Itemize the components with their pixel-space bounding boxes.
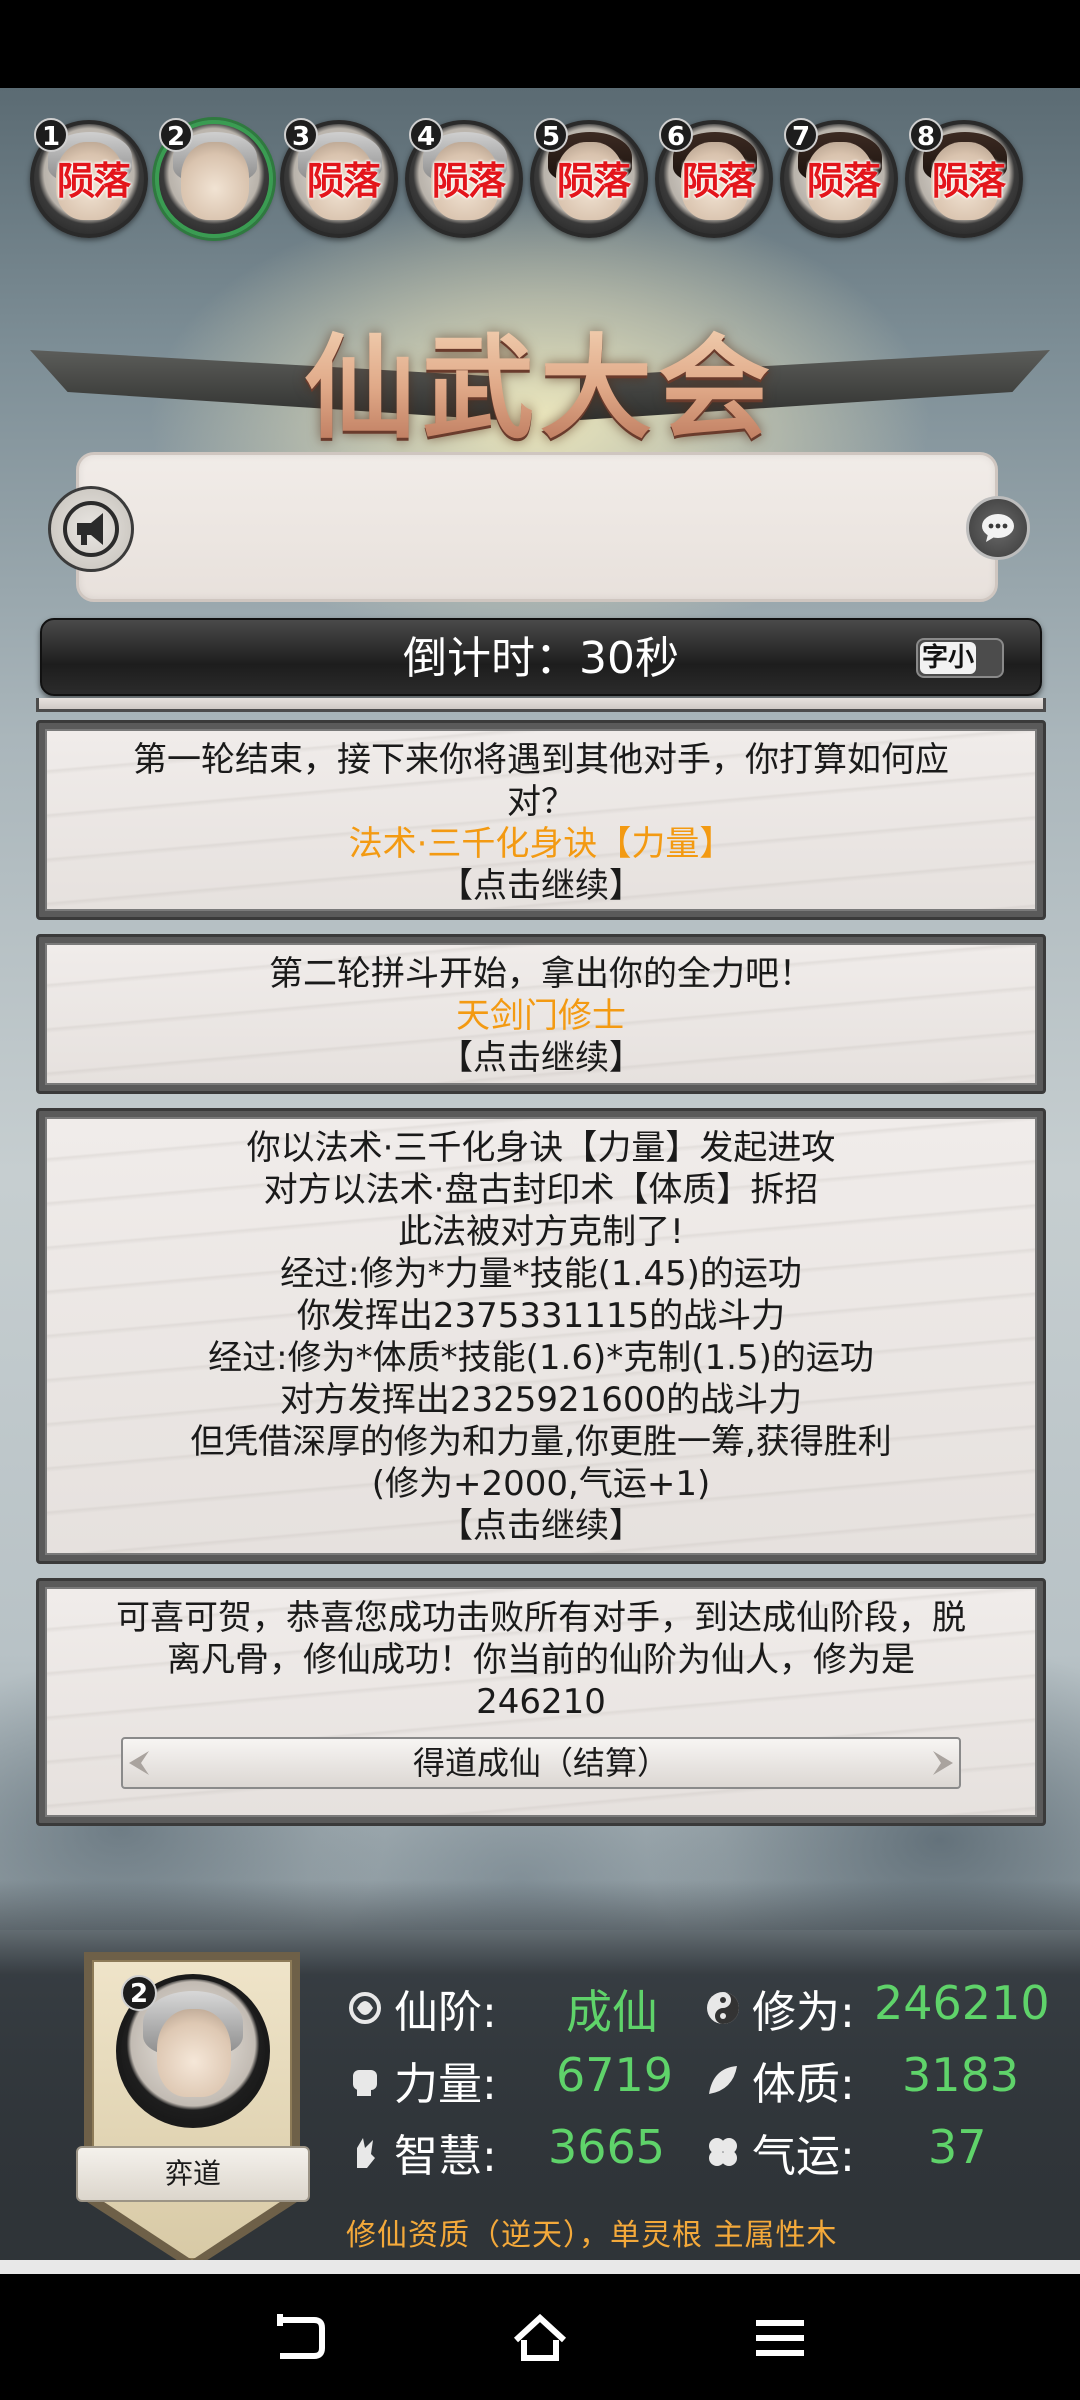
- player-number: 7: [784, 118, 818, 152]
- log-card-ascension: 可喜可贺，恭喜您成功击败所有对手，到达成仙阶段，脱 离凡骨，修仙成功！你当前的仙…: [36, 1578, 1046, 1826]
- fallen-label: 陨落: [931, 159, 1006, 203]
- hand-sign-icon: [344, 2131, 386, 2173]
- player-avatar-row: 1 陨落 2 3 陨落 4 陨落 5 陨落 6 陨落 7 陨落 8 陨落: [30, 118, 1050, 244]
- chat-button[interactable]: [966, 496, 1030, 560]
- wisdom-value: 3665: [548, 2120, 666, 2174]
- fallen-label: 陨落: [56, 159, 131, 203]
- player-slot-6[interactable]: 6 陨落: [655, 118, 773, 238]
- log-card-battle-result[interactable]: 你以法术·三千化身诀【力量】发起进攻 对方以法术·盘古封印术【体质】拆招 此法被…: [36, 1108, 1046, 1564]
- log-text: 离凡骨，修仙成功！你当前的仙阶为仙人，修为是: [167, 1640, 915, 1680]
- stat-cultivation: 修为:: [702, 1976, 855, 2040]
- countdown-bar: 倒计时：30秒 字小: [40, 618, 1042, 696]
- rank-value: 成仙: [566, 1985, 658, 2039]
- menu-icon: [756, 2320, 804, 2356]
- log-text: 对方发挥出2325921600的战斗力: [279, 1380, 803, 1420]
- menu-button[interactable]: [750, 2310, 810, 2366]
- bottom-divider: [0, 2260, 1080, 2274]
- countdown-timer: 倒计时：30秒: [403, 633, 679, 684]
- fallen-label: 陨落: [806, 159, 881, 203]
- log-card-round-one[interactable]: 第一轮结束，接下来你将遇到其他对手，你打算如何应 对？ 法术·三千化身诀【力量】…: [36, 720, 1046, 920]
- log-text: 经过:修为*体质*技能(1.6)*克制(1.5)的运功: [208, 1338, 874, 1378]
- character-panel: 2 弈道 仙阶: 成仙 修为: 246210 力量: 6719 体质: 3183…: [0, 1934, 1080, 2260]
- fallen-label: 陨落: [556, 159, 631, 203]
- stat-strength: 力量:: [344, 2048, 497, 2112]
- player-slot-3[interactable]: 3 陨落: [280, 118, 398, 238]
- stat-luck: 气运:: [702, 2120, 855, 2184]
- stat-label: 气运:: [752, 2131, 855, 2182]
- luck-value: 37: [928, 2120, 987, 2174]
- physique-value: 3183: [902, 2048, 1020, 2102]
- rank-icon: [344, 1987, 386, 2029]
- font-size-toggle[interactable]: 字小: [916, 638, 1004, 678]
- game-title: 仙武大会: [0, 298, 1080, 460]
- player-slot-7[interactable]: 7 陨落: [780, 118, 898, 238]
- log-text: 对？: [507, 782, 575, 822]
- stat-wisdom: 智慧:: [344, 2120, 497, 2184]
- opponent-name[interactable]: 天剑门修士: [71, 995, 1011, 1037]
- back-button[interactable]: [270, 2310, 330, 2366]
- player-slot-5[interactable]: 5 陨落: [530, 118, 648, 238]
- fallen-label: 陨落: [306, 159, 381, 203]
- log-text: 可喜可贺，恭喜您成功击败所有对手，到达成仙阶段，脱: [116, 1598, 966, 1638]
- player-number: 6: [659, 118, 693, 152]
- fallen-label: 陨落: [431, 159, 506, 203]
- character-number: 2: [121, 1975, 157, 2011]
- log-card-round-two[interactable]: 第二轮拼斗开始，拿出你的全力吧！ 天剑门修士 【点击继续】: [36, 934, 1046, 1094]
- character-portrait[interactable]: 2: [116, 1974, 270, 2128]
- player-slot-8[interactable]: 8 陨落: [905, 118, 1023, 238]
- strength-value: 6719: [556, 2048, 674, 2102]
- chat-bubble-icon: [982, 514, 1014, 542]
- skill-choice[interactable]: 法术·三千化身诀【力量】: [71, 823, 1011, 865]
- log-text: 经过:修为*力量*技能(1.45)的运功: [280, 1254, 802, 1294]
- log-text: 对方以法术·盘古封印术【体质】拆招: [263, 1170, 819, 1210]
- character-name: 弈道: [76, 2146, 310, 2202]
- status-bar: [0, 0, 1080, 88]
- stat-rank: 仙阶:: [344, 1976, 497, 2040]
- player-number: 3: [284, 118, 318, 152]
- player-number: 8: [909, 118, 943, 152]
- continue-link[interactable]: 【点击继续】: [71, 865, 1011, 907]
- fist-icon: [344, 2059, 386, 2101]
- player-slot-1[interactable]: 1 陨落: [30, 118, 148, 238]
- log-text: 第一轮结束，接下来你将遇到其他对手，你打算如何应: [133, 740, 949, 780]
- battle-log: 第一轮结束，接下来你将遇到其他对手，你打算如何应 对？ 法术·三千化身诀【力量】…: [36, 698, 1046, 1918]
- broadcast-message-box: [76, 452, 998, 602]
- log-text: 你以法术·三千化身诀【力量】发起进攻: [246, 1128, 836, 1168]
- yin-yang-icon: [702, 1987, 744, 2029]
- log-text: 第二轮拼斗开始，拿出你的全力吧！: [269, 954, 813, 994]
- fallen-label: 陨落: [681, 159, 756, 203]
- stat-label: 智慧:: [394, 2131, 497, 2182]
- clover-icon: [702, 2131, 744, 2173]
- log-text: 此法被对方克制了!: [398, 1212, 684, 1252]
- player-number: 1: [34, 118, 68, 152]
- leaf-icon: [702, 2059, 744, 2101]
- home-icon: [513, 2313, 567, 2361]
- megaphone-icon: [63, 501, 119, 557]
- stat-label: 仙阶:: [394, 1987, 497, 2038]
- game-screen: 1 陨落 2 3 陨落 4 陨落 5 陨落 6 陨落 7 陨落 8 陨落 仙武大…: [0, 88, 1080, 2260]
- stat-label: 体质:: [752, 2059, 855, 2110]
- cultivation-value: 246210: [874, 1976, 1050, 2030]
- font-size-toggle-label: 字小: [920, 642, 976, 674]
- log-text: 但凭借深厚的修为和力量,你更胜一筹,获得胜利: [190, 1422, 892, 1462]
- back-icon: [277, 2314, 325, 2359]
- player-slot-4[interactable]: 4 陨落: [405, 118, 523, 238]
- home-button[interactable]: [510, 2310, 570, 2366]
- player-number: 5: [534, 118, 568, 152]
- broadcast-button[interactable]: [48, 486, 134, 572]
- stat-physique: 体质:: [702, 2048, 855, 2112]
- player-number: 2: [159, 118, 193, 152]
- player-number: 4: [409, 118, 443, 152]
- log-text: 你发挥出2375331115的战斗力: [296, 1296, 786, 1336]
- log-text: 246210: [476, 1682, 606, 1722]
- continue-link[interactable]: 【点击继续】: [71, 1505, 1011, 1547]
- log-text: (修为+2000,气运+1): [371, 1464, 711, 1504]
- continue-link[interactable]: 【点击继续】: [71, 1037, 1011, 1079]
- system-nav-bar: [0, 2274, 1080, 2400]
- player-slot-2[interactable]: 2: [155, 118, 273, 238]
- ascend-settlement-button[interactable]: 得道成仙（结算）: [121, 1737, 961, 1789]
- talent-description: 修仙资质（逆天），单灵根 主属性木: [346, 2218, 838, 2253]
- stat-label: 力量:: [394, 2059, 497, 2110]
- stat-label: 修为:: [752, 1987, 855, 2038]
